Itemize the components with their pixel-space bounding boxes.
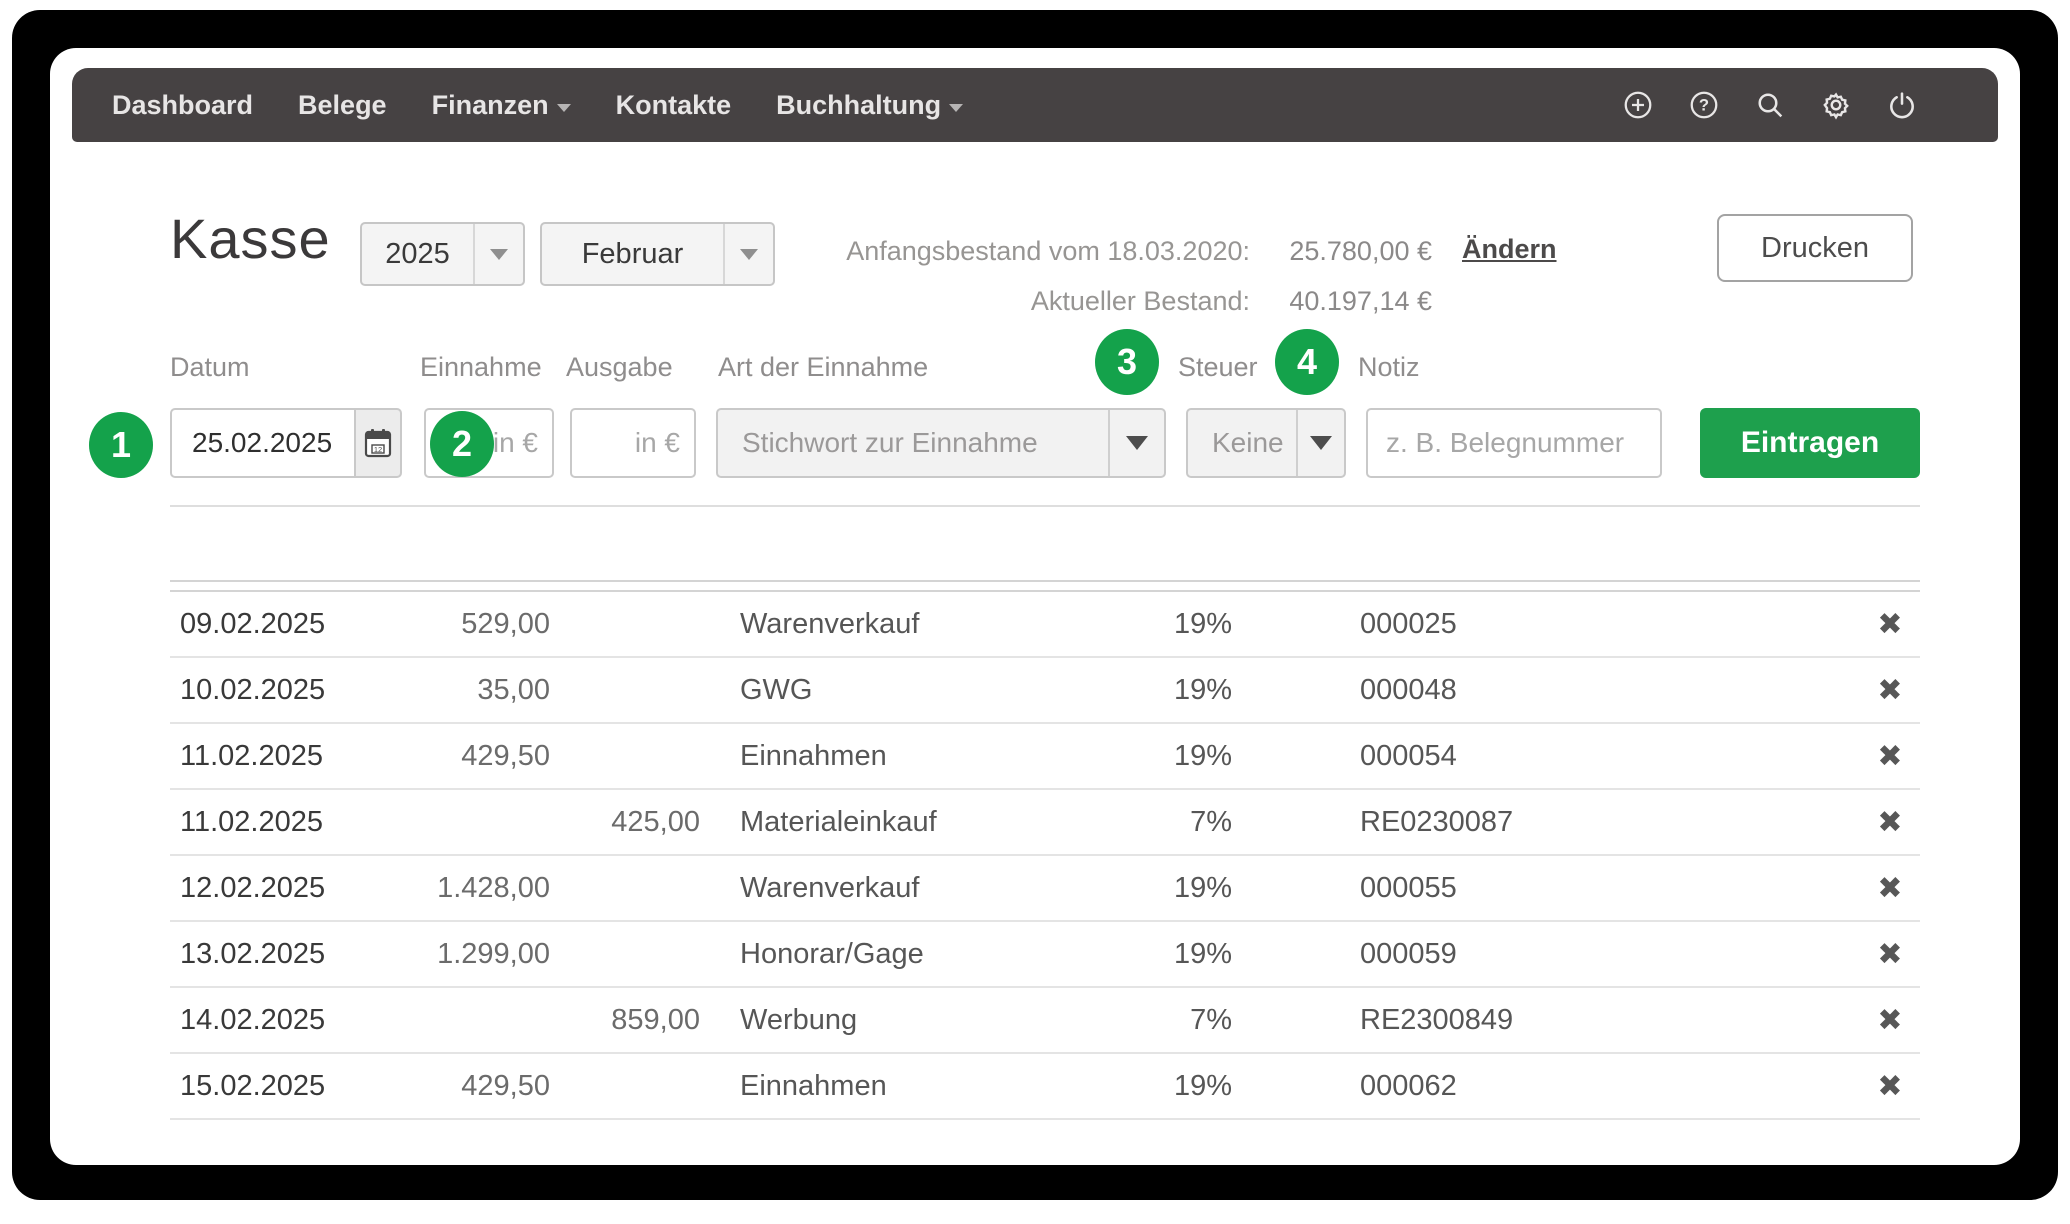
change-balance-link[interactable]: Ändern — [1462, 234, 1557, 265]
delete-entry-button[interactable]: ✖ — [1860, 673, 1920, 708]
annotation-badge-2: 2 — [430, 411, 494, 477]
entry-date: 15.02.2025 — [170, 1070, 350, 1103]
entry-note: 000048 — [1232, 674, 1860, 707]
entry-type: Werbung — [740, 1004, 1120, 1037]
entry-note: RE0230087 — [1232, 806, 1860, 839]
delete-entry-button[interactable]: ✖ — [1860, 1003, 1920, 1038]
entry-income: 529,00 — [350, 608, 550, 641]
opening-balance-label: Anfangsbestand vom 18.03.2020: — [800, 236, 1250, 267]
delete-entry-button[interactable]: ✖ — [1860, 1069, 1920, 1104]
entry-note: 000059 — [1232, 938, 1860, 971]
entry-note: 000054 — [1232, 740, 1860, 773]
entry-date: 14.02.2025 — [170, 1004, 350, 1037]
annotation-badge-3: 3 — [1095, 329, 1159, 395]
opening-balance-value: 25.780,00 € — [1260, 236, 1432, 267]
submit-entry-button[interactable]: Eintragen — [1700, 408, 1920, 478]
delete-entry-button[interactable]: ✖ — [1860, 607, 1920, 642]
column-label-einnahme: Einnahme — [420, 352, 542, 383]
entries-table-body: 09.02.2025 529,00 Warenverkauf 19% 00002… — [170, 592, 1920, 1120]
column-label-ausgabe: Ausgabe — [566, 352, 673, 383]
entry-date: 12.02.2025 — [170, 872, 350, 905]
year-select[interactable]: 2025 — [360, 222, 525, 286]
column-label-art: Art der Einnahme — [718, 352, 928, 383]
entry-type: Einnahmen — [740, 1070, 1120, 1103]
entry-expense: 425,00 — [550, 806, 700, 839]
entry-income: 429,50 — [350, 740, 550, 773]
annotation-badge-4: 4 — [1275, 329, 1339, 395]
date-input[interactable] — [170, 408, 356, 478]
ausgabe-input[interactable] — [570, 408, 696, 478]
entry-tax: 19% — [1120, 938, 1232, 971]
calendar-button[interactable]: 12 — [354, 408, 402, 478]
chevron-down-icon — [723, 224, 773, 284]
chevron-down-icon — [473, 224, 523, 284]
entry-income: 429,50 — [350, 1070, 550, 1103]
delete-entry-button[interactable]: ✖ — [1860, 739, 1920, 774]
entry-income: 1.299,00 — [350, 938, 550, 971]
entry-type: Einnahmen — [740, 740, 1120, 773]
delete-entry-button[interactable]: ✖ — [1860, 871, 1920, 906]
chevron-down-icon — [1108, 410, 1164, 476]
current-balance-value: 40.197,14 € — [1260, 286, 1432, 317]
table-row: 09.02.2025 529,00 Warenverkauf 19% 00002… — [170, 592, 1920, 658]
column-label-datum: Datum — [170, 352, 250, 383]
entry-tax: 19% — [1120, 740, 1232, 773]
month-select[interactable]: Februar — [540, 222, 775, 286]
entry-expense: 859,00 — [550, 1004, 700, 1037]
entry-tax: 7% — [1120, 806, 1232, 839]
table-row: 10.02.2025 35,00 GWG 19% 000048 ✖ — [170, 658, 1920, 724]
steuer-select[interactable]: Keine — [1186, 408, 1346, 478]
entry-date: 11.02.2025 — [170, 806, 350, 839]
notiz-input[interactable] — [1366, 408, 1662, 478]
svg-text:12: 12 — [374, 445, 382, 454]
current-balance-label: Aktueller Bestand: — [800, 286, 1250, 317]
entry-tax: 19% — [1120, 608, 1232, 641]
entry-note: 000062 — [1232, 1070, 1860, 1103]
entry-income: 1.428,00 — [350, 872, 550, 905]
calendar-icon: 12 — [364, 428, 392, 458]
table-top-border — [170, 580, 1920, 582]
entry-date: 09.02.2025 — [170, 608, 350, 641]
entry-type: GWG — [740, 674, 1120, 707]
entry-tax: 19% — [1120, 872, 1232, 905]
entry-tax: 19% — [1120, 674, 1232, 707]
entry-tax: 19% — [1120, 1070, 1232, 1103]
entry-date: 10.02.2025 — [170, 674, 350, 707]
table-row: 12.02.2025 1.428,00 Warenverkauf 19% 000… — [170, 856, 1920, 922]
column-label-steuer: Steuer — [1178, 352, 1258, 383]
delete-entry-button[interactable]: ✖ — [1860, 805, 1920, 840]
column-label-notiz: Notiz — [1358, 352, 1420, 383]
entry-income: 35,00 — [350, 674, 550, 707]
entry-type: Warenverkauf — [740, 608, 1120, 641]
table-row: 11.02.2025 429,50 Einnahmen 19% 000054 ✖ — [170, 724, 1920, 790]
app-window: Dashboard Belege Finanzen Kontakte Buchh… — [50, 48, 2020, 1165]
art-der-einnahme-select[interactable]: Stichwort zur Einnahme — [716, 408, 1166, 478]
entry-tax: 7% — [1120, 1004, 1232, 1037]
table-row: 13.02.2025 1.299,00 Honorar/Gage 19% 000… — [170, 922, 1920, 988]
section-divider — [170, 505, 1920, 507]
annotation-badge-1: 1 — [89, 412, 153, 478]
page-title: Kasse — [170, 206, 331, 271]
entry-note: RE2300849 — [1232, 1004, 1860, 1037]
entry-type: Warenverkauf — [740, 872, 1120, 905]
table-row: 15.02.2025 429,50 Einnahmen 19% 000062 ✖ — [170, 1054, 1920, 1120]
delete-entry-button[interactable]: ✖ — [1860, 937, 1920, 972]
entry-date: 11.02.2025 — [170, 740, 350, 773]
entry-type: Materialeinkauf — [740, 806, 1120, 839]
table-row: 14.02.2025 859,00 Werbung 7% RE2300849 ✖ — [170, 988, 1920, 1054]
table-row: 11.02.2025 425,00 Materialeinkauf 7% RE0… — [170, 790, 1920, 856]
entry-note: 000025 — [1232, 608, 1860, 641]
chevron-down-icon — [1296, 410, 1344, 476]
entry-date: 13.02.2025 — [170, 938, 350, 971]
entry-note: 000055 — [1232, 872, 1860, 905]
entry-type: Honorar/Gage — [740, 938, 1120, 971]
print-button[interactable]: Drucken — [1717, 214, 1913, 282]
